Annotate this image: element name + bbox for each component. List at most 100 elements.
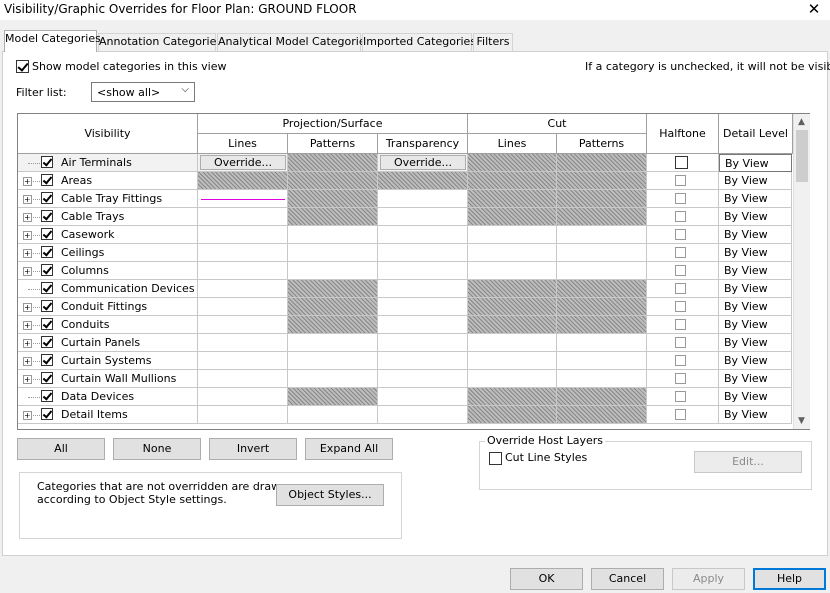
header-projection-patterns[interactable]: Patterns xyxy=(288,134,378,154)
projection-patterns-cell[interactable] xyxy=(288,280,378,298)
halftone-checkbox[interactable] xyxy=(675,391,686,402)
detail-level-cell[interactable]: By View xyxy=(719,406,792,424)
halftone-cell[interactable] xyxy=(647,298,719,316)
halftone-cell[interactable] xyxy=(647,154,719,172)
halftone-cell[interactable] xyxy=(647,226,719,244)
table-row[interactable]: + Conduit Fittings By View xyxy=(18,298,792,316)
visibility-checkbox[interactable] xyxy=(41,354,53,366)
table-row[interactable]: + Columns By View xyxy=(18,262,792,280)
detail-level-cell[interactable]: By View xyxy=(719,316,792,334)
detail-level-cell[interactable]: By View xyxy=(719,352,792,370)
table-row[interactable]: + Areas By View xyxy=(18,172,792,190)
cut-lines-cell[interactable] xyxy=(468,154,557,172)
apply-button[interactable]: Apply xyxy=(672,568,745,590)
scroll-down-arrow-icon[interactable]: ▼ xyxy=(793,413,810,429)
scroll-thumb[interactable] xyxy=(796,130,808,182)
projection-patterns-cell[interactable] xyxy=(288,388,378,406)
transparency-cell[interactable] xyxy=(378,352,468,370)
projection-lines-cell[interactable] xyxy=(198,172,288,190)
projection-patterns-cell[interactable] xyxy=(288,244,378,262)
detail-level-cell[interactable]: By View xyxy=(719,172,792,190)
halftone-checkbox[interactable] xyxy=(675,175,686,186)
cut-lines-cell[interactable] xyxy=(468,244,557,262)
projection-lines-cell[interactable] xyxy=(198,190,288,208)
tab-filters[interactable]: Filters xyxy=(473,33,513,51)
table-row[interactable]: Data Devices By View xyxy=(18,388,792,406)
projection-patterns-cell[interactable] xyxy=(288,190,378,208)
cut-lines-cell[interactable] xyxy=(468,316,557,334)
halftone-checkbox[interactable] xyxy=(675,229,686,240)
cut-lines-cell[interactable] xyxy=(468,262,557,280)
transparency-cell[interactable] xyxy=(378,334,468,352)
visibility-checkbox[interactable] xyxy=(41,318,53,330)
halftone-checkbox[interactable] xyxy=(675,156,688,169)
header-visibility[interactable]: Visibility xyxy=(18,114,198,154)
detail-level-cell[interactable]: By View xyxy=(719,280,792,298)
visibility-checkbox[interactable] xyxy=(41,282,53,294)
table-row[interactable]: + Detail Items By View xyxy=(18,406,792,424)
projection-patterns-cell[interactable] xyxy=(288,226,378,244)
halftone-checkbox[interactable] xyxy=(675,211,686,222)
header-cut-lines[interactable]: Lines xyxy=(468,134,557,154)
cut-patterns-cell[interactable] xyxy=(557,406,647,424)
projection-lines-cell[interactable] xyxy=(198,244,288,262)
projection-lines-cell[interactable] xyxy=(198,316,288,334)
cancel-button[interactable]: Cancel xyxy=(591,568,664,590)
table-row[interactable]: + Cable Trays By View xyxy=(18,208,792,226)
halftone-cell[interactable] xyxy=(647,352,719,370)
halftone-cell[interactable] xyxy=(647,370,719,388)
halftone-checkbox[interactable] xyxy=(675,301,686,312)
cut-patterns-cell[interactable] xyxy=(557,172,647,190)
projection-patterns-cell[interactable] xyxy=(288,334,378,352)
projection-lines-cell[interactable] xyxy=(198,208,288,226)
cut-patterns-cell[interactable] xyxy=(557,280,647,298)
projection-patterns-cell[interactable] xyxy=(288,406,378,424)
cut-lines-cell[interactable] xyxy=(468,172,557,190)
detail-level-cell[interactable]: By View xyxy=(719,388,792,406)
header-detail-level[interactable]: Detail Level xyxy=(719,114,793,154)
halftone-cell[interactable] xyxy=(647,190,719,208)
visibility-checkbox[interactable] xyxy=(41,372,53,384)
detail-level-cell[interactable]: By View xyxy=(719,154,792,172)
transparency-cell[interactable] xyxy=(378,226,468,244)
table-row[interactable]: Communication Devices By View xyxy=(18,280,792,298)
cut-patterns-cell[interactable] xyxy=(557,316,647,334)
cut-lines-cell[interactable] xyxy=(468,352,557,370)
halftone-checkbox[interactable] xyxy=(675,355,686,366)
visibility-checkbox[interactable] xyxy=(41,192,53,204)
table-row[interactable]: + Cable Tray Fittings By View xyxy=(18,190,792,208)
cut-patterns-cell[interactable] xyxy=(557,388,647,406)
cut-line-styles-checkbox[interactable] xyxy=(489,452,502,465)
none-button[interactable]: None xyxy=(113,438,201,460)
projection-lines-cell[interactable] xyxy=(198,262,288,280)
transparency-cell[interactable] xyxy=(378,388,468,406)
cut-lines-cell[interactable] xyxy=(468,406,557,424)
halftone-checkbox[interactable] xyxy=(675,247,686,258)
cut-patterns-cell[interactable] xyxy=(557,190,647,208)
projection-patterns-cell[interactable] xyxy=(288,172,378,190)
halftone-checkbox[interactable] xyxy=(675,409,686,420)
halftone-cell[interactable] xyxy=(647,280,719,298)
transparency-cell[interactable] xyxy=(378,406,468,424)
halftone-cell[interactable] xyxy=(647,316,719,334)
header-transparency[interactable]: Transparency xyxy=(378,134,468,154)
close-icon[interactable]: ✕ xyxy=(802,0,826,18)
header-halftone[interactable]: Halftone xyxy=(647,114,719,154)
show-model-categories-checkbox[interactable] xyxy=(16,60,29,73)
halftone-cell[interactable] xyxy=(647,334,719,352)
visibility-checkbox[interactable] xyxy=(41,210,53,222)
projection-lines-cell[interactable] xyxy=(198,226,288,244)
transparency-cell[interactable] xyxy=(378,190,468,208)
halftone-cell[interactable] xyxy=(647,172,719,190)
cut-patterns-cell[interactable] xyxy=(557,334,647,352)
cut-patterns-cell[interactable] xyxy=(557,244,647,262)
visibility-checkbox[interactable] xyxy=(41,390,53,402)
halftone-cell[interactable] xyxy=(647,208,719,226)
projection-patterns-cell[interactable] xyxy=(288,208,378,226)
filter-list-select[interactable]: <show all> ⌵ xyxy=(91,82,195,102)
header-cut-patterns[interactable]: Patterns xyxy=(557,134,647,154)
cut-patterns-cell[interactable] xyxy=(557,154,647,172)
projection-patterns-cell[interactable] xyxy=(288,154,378,172)
transparency-cell[interactable] xyxy=(378,316,468,334)
projection-patterns-cell[interactable] xyxy=(288,370,378,388)
